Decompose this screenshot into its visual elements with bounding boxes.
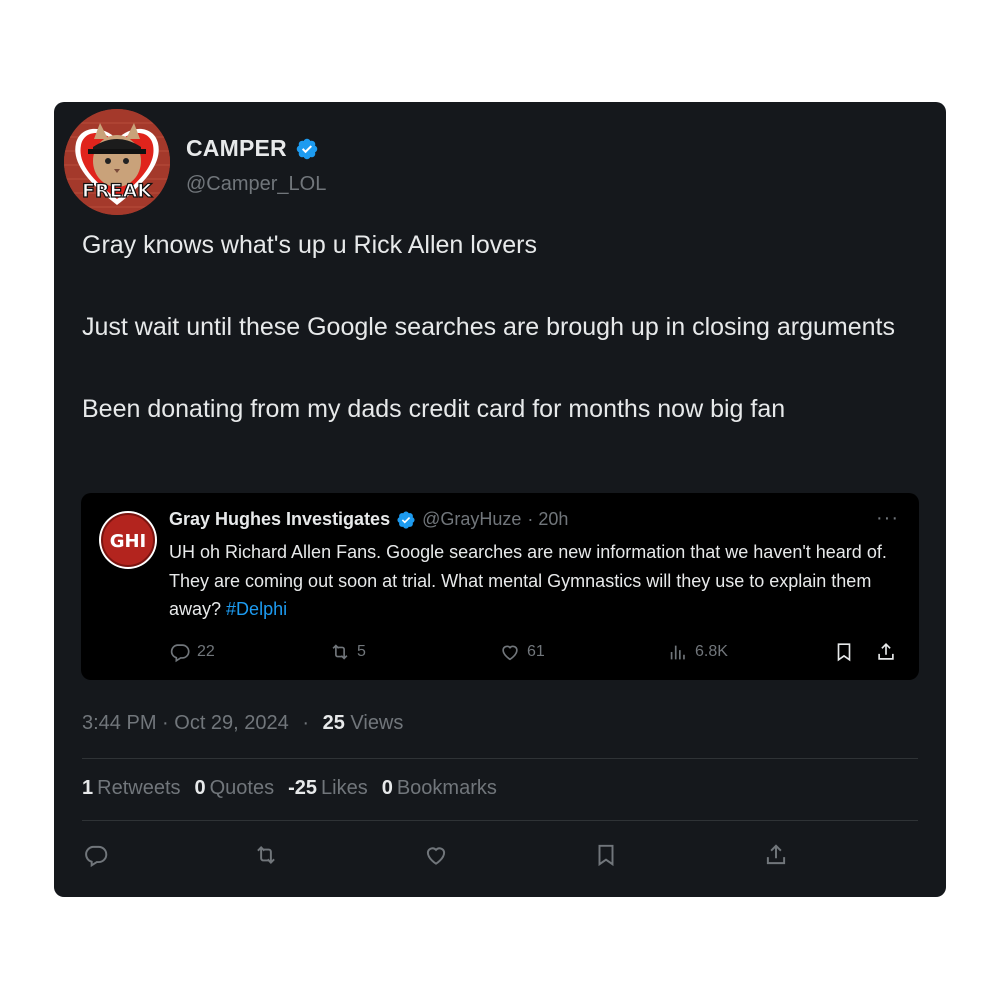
- bookmarks-count: 0: [381, 777, 393, 799]
- quoted-avatar[interactable]: GHI: [98, 510, 158, 570]
- quoted-views-button[interactable]: 6.8K: [667, 641, 728, 663]
- quoted-avatar-label: GHI: [110, 531, 147, 552]
- share-icon: [875, 641, 897, 663]
- quoted-header: Gray Hughes Investigates @GrayHuze · 20h: [169, 509, 568, 530]
- retweet-icon: [329, 641, 351, 663]
- divider: [82, 758, 918, 759]
- avatar-image: FREAK: [64, 109, 170, 215]
- like-button[interactable]: [423, 842, 449, 868]
- bookmark-icon: [833, 641, 855, 663]
- bookmarks-stat[interactable]: 0 Bookmarks: [382, 777, 497, 800]
- retweet-icon: [253, 842, 279, 868]
- quotes-label: Quotes: [209, 777, 275, 799]
- separator: ·: [302, 712, 310, 734]
- verified-badge-icon: [295, 137, 319, 161]
- tweet-views-count: 25: [322, 712, 345, 734]
- quoted-display-name[interactable]: Gray Hughes Investigates: [169, 509, 390, 530]
- retweet-count: 5: [357, 643, 366, 660]
- likes-stat[interactable]: -25 Likes: [288, 777, 368, 800]
- verified-badge-icon: [396, 510, 416, 530]
- quoted-share-button[interactable]: [875, 641, 897, 663]
- heart-icon: [423, 842, 449, 868]
- quoted-reply-button[interactable]: 22: [169, 641, 215, 663]
- quoted-like-button[interactable]: 61: [499, 641, 545, 663]
- bookmark-button[interactable]: [593, 842, 619, 868]
- tweet-card: FREAK CAMPER @Camper_LOL Gray knows what…: [54, 102, 946, 897]
- quotes-count: 0: [194, 777, 206, 799]
- display-name[interactable]: CAMPER: [186, 135, 287, 162]
- share-button[interactable]: [763, 842, 789, 868]
- retweets-count: 1: [82, 777, 94, 799]
- like-count: 61: [527, 643, 545, 660]
- reply-icon: [83, 842, 109, 868]
- tweet-views-label: Views: [350, 712, 404, 734]
- share-icon: [763, 842, 789, 868]
- likes-label: Likes: [321, 777, 368, 799]
- divider: [82, 820, 918, 821]
- tweet-timestamp-row: 3:44 PM · Oct 29, 2024 · 25 Views: [82, 712, 403, 735]
- tweet-timestamp[interactable]: 3:44 PM · Oct 29, 2024: [82, 712, 289, 734]
- hashtag-link[interactable]: #Delphi: [226, 599, 287, 619]
- avatar[interactable]: FREAK: [64, 109, 170, 215]
- bookmarks-label: Bookmarks: [396, 777, 497, 799]
- retweets-stat[interactable]: 1 Retweets: [82, 777, 181, 800]
- more-options-icon[interactable]: ···: [876, 507, 899, 530]
- quoted-retweet-button[interactable]: 5: [329, 641, 366, 663]
- reply-button[interactable]: [83, 842, 109, 868]
- tweet-action-bar: [54, 842, 946, 872]
- reply-icon: [169, 641, 191, 663]
- quotes-stat[interactable]: 0 Quotes: [195, 777, 275, 800]
- author-name-row: CAMPER: [186, 135, 319, 162]
- quoted-handle[interactable]: @GrayHuze: [422, 509, 521, 530]
- tweet-line: Gray knows what's up u Rick Allen lovers: [82, 231, 537, 259]
- reply-count: 22: [197, 643, 215, 660]
- retweet-button[interactable]: [253, 842, 279, 868]
- engagement-stats: 1 Retweets 0 Quotes -25 Likes 0 Bookmarks: [82, 777, 497, 800]
- views-count: 6.8K: [695, 643, 728, 660]
- likes-count: -25: [288, 777, 318, 799]
- tweet-text: Gray knows what's up u Rick Allen lovers…: [82, 225, 912, 430]
- bookmark-icon: [593, 842, 619, 868]
- quoted-tweet[interactable]: GHI Gray Hughes Investigates @GrayHuze ·…: [81, 493, 919, 680]
- heart-icon: [499, 641, 521, 663]
- views-icon: [667, 641, 689, 663]
- quoted-bookmark-button[interactable]: [833, 641, 855, 663]
- retweets-label: Retweets: [97, 777, 181, 799]
- avatar-label: FREAK: [82, 180, 153, 202]
- quoted-text: UH oh Richard Allen Fans. Google searche…: [169, 538, 889, 624]
- quoted-time[interactable]: · 20h: [527, 509, 568, 530]
- quoted-action-bar: 22 5 61 6.8K: [81, 641, 919, 671]
- tweet-line: Just wait until these Google searches ar…: [82, 313, 895, 341]
- tweet-line: Been donating from my dads credit card f…: [82, 395, 786, 423]
- author-handle[interactable]: @Camper_LOL: [186, 173, 326, 196]
